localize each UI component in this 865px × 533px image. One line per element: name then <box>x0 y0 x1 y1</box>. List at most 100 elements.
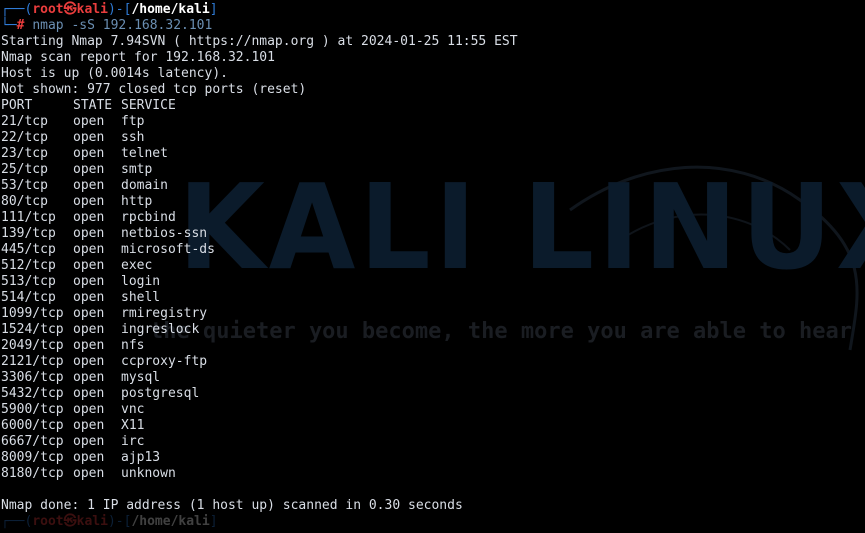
port-number: 25/tcp <box>1 162 48 177</box>
port-row: 1099/tcp open rmiregistry <box>1 306 865 322</box>
prompt-corner-top: ┌──( <box>1 2 33 17</box>
port-row: 5900/tcp open vnc <box>1 402 865 418</box>
port-number: 8180/tcp <box>1 466 64 481</box>
port-number: 513/tcp <box>1 274 56 289</box>
port-service: smtp <box>121 162 153 177</box>
port-state: open <box>73 466 105 481</box>
prompt-at-icon: ㉿ <box>63 2 77 17</box>
port-service: rpcbind <box>121 210 176 225</box>
port-number: 1524/tcp <box>1 322 64 337</box>
header-service: SERVICE <box>121 98 176 113</box>
port-service: exec <box>121 258 153 273</box>
next-prompt-mid: )-[ <box>107 514 132 529</box>
next-prompt-at-icon: ㉿ <box>63 514 77 529</box>
port-state: open <box>73 418 105 433</box>
port-row: 512/tcp open exec <box>1 258 865 274</box>
command-name: nmap <box>32 18 64 33</box>
port-row: 80/tcp open http <box>1 194 865 210</box>
port-state: open <box>73 386 105 401</box>
output-done: Nmap done: 1 IP address (1 host up) scan… <box>1 498 463 513</box>
port-row: 22/tcp open ssh <box>1 130 865 146</box>
port-number: 8009/tcp <box>1 450 64 465</box>
port-state: open <box>73 402 105 417</box>
port-number: 512/tcp <box>1 258 56 273</box>
port-row: 5432/tcp open postgresql <box>1 386 865 402</box>
port-number: 22/tcp <box>1 130 48 145</box>
port-row: 1524/tcp open ingreslock <box>1 322 865 338</box>
command-args: -sS 192.168.32.101 <box>71 18 213 33</box>
port-service: shell <box>121 290 161 305</box>
ports-table: 21/tcp open ftp 22/tcp open ssh 23/tcp open teln… <box>1 114 865 482</box>
port-service: unknown <box>121 466 176 481</box>
port-number: 53/tcp <box>1 178 48 193</box>
port-row: 513/tcp open login <box>1 274 865 290</box>
port-service: domain <box>121 178 168 193</box>
output-host-up: Host is up (0.0014s latency). <box>1 66 228 81</box>
prompt-path: /home/kali <box>131 2 210 17</box>
port-number: 6667/tcp <box>1 434 64 449</box>
port-service: ingreslock <box>121 322 200 337</box>
port-number: 2049/tcp <box>1 338 64 353</box>
terminal-window[interactable]: KALI LINUX the quieter you become, the m… <box>0 0 865 533</box>
port-number: 2121/tcp <box>1 354 64 369</box>
next-prompt-path: /home/kali <box>131 514 210 529</box>
port-row: 111/tcp open rpcbind <box>1 210 865 226</box>
port-row: 514/tcp open shell <box>1 290 865 306</box>
port-service: netbios-ssn <box>121 226 208 241</box>
prompt-hash: # <box>16 18 25 33</box>
port-number: 21/tcp <box>1 114 48 129</box>
port-row: 23/tcp open telnet <box>1 146 865 162</box>
output-report: Nmap scan report for 192.168.32.101 <box>1 50 275 65</box>
port-row: 53/tcp open domain <box>1 178 865 194</box>
prompt-end: ] <box>209 2 218 17</box>
port-state: open <box>73 338 105 353</box>
next-prompt-end: ] <box>209 514 218 529</box>
port-service: rmiregistry <box>121 306 208 321</box>
port-state: open <box>73 306 105 321</box>
port-service: ccproxy-ftp <box>121 354 208 369</box>
port-state: open <box>73 226 105 241</box>
terminal-output: ┌──(root㉿kali)-[/home/kali] └─# nmap -sS… <box>0 0 865 530</box>
prompt-line-top: ┌──(root㉿kali)-[/home/kali] <box>1 2 865 18</box>
port-row: 2121/tcp open ccproxy-ftp <box>1 354 865 370</box>
port-row: 21/tcp open ftp <box>1 114 865 130</box>
port-row: 8009/tcp open ajp13 <box>1 450 865 466</box>
port-service: login <box>121 274 161 289</box>
port-state: open <box>73 114 105 129</box>
next-prompt-user: root <box>32 514 64 529</box>
prompt-user: root <box>32 2 64 17</box>
next-prompt-host: kali <box>76 514 108 529</box>
prompt-corner-bottom: └─ <box>1 18 17 33</box>
output-starting: Starting Nmap 7.94SVN ( https://nmap.org… <box>1 34 518 49</box>
next-prompt-corner: ┌──( <box>1 514 33 529</box>
port-row: 8180/tcp open unknown <box>1 466 865 482</box>
header-state: STATE <box>73 98 113 113</box>
port-service: irc <box>121 434 145 449</box>
port-service: telnet <box>121 146 168 161</box>
port-row: 6667/tcp open irc <box>1 434 865 450</box>
port-row: 139/tcp open netbios-ssn <box>1 226 865 242</box>
ports-table-header: PORT STATE SERVICE <box>1 98 865 114</box>
port-row: 25/tcp open smtp <box>1 162 865 178</box>
port-number: 3306/tcp <box>1 370 64 385</box>
port-number: 139/tcp <box>1 226 56 241</box>
port-state: open <box>73 258 105 273</box>
output-not-shown: Not shown: 977 closed tcp ports (reset) <box>1 82 307 97</box>
port-service: microsoft-ds <box>121 242 215 257</box>
port-number: 6000/tcp <box>1 418 64 433</box>
port-state: open <box>73 354 105 369</box>
port-service: mysql <box>121 370 161 385</box>
port-service: http <box>121 194 153 209</box>
port-state: open <box>73 146 105 161</box>
port-state: open <box>73 370 105 385</box>
next-prompt-line: ┌──(root㉿kali)-[/home/kali] <box>1 514 865 530</box>
port-row: 445/tcp open microsoft-ds <box>1 242 865 258</box>
port-state: open <box>73 274 105 289</box>
port-state: open <box>73 210 105 225</box>
port-number: 23/tcp <box>1 146 48 161</box>
prompt-line-command: └─# nmap -sS 192.168.32.101 <box>1 18 865 34</box>
port-state: open <box>73 290 105 305</box>
port-state: open <box>73 242 105 257</box>
port-service: ssh <box>121 130 145 145</box>
port-state: open <box>73 194 105 209</box>
